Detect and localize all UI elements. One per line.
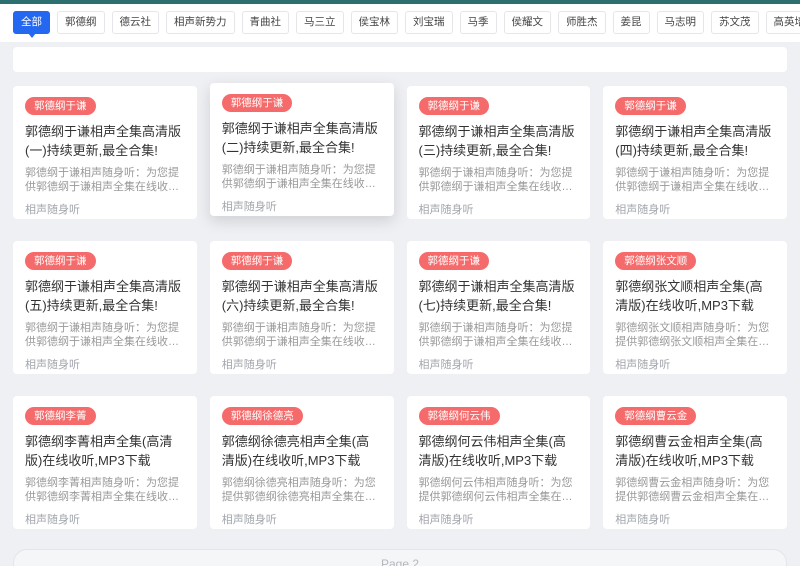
page-number-label: Page 2: [380, 557, 420, 566]
performer-badge: 郭德纲于谦: [221, 252, 293, 270]
card-description: 郭德纲于谦相声随身听：为您提供郭德纲于谦相声全集在线收听，郭德纲...: [25, 322, 179, 348]
source-tag: 相声随身听: [418, 359, 474, 371]
empty-filter-panel: [13, 47, 787, 72]
card-title: 郭德纲李菁相声全集(高清版)在线收听,MP3下载: [25, 434, 173, 468]
category-tab[interactable]: 刘宝瑞: [405, 11, 453, 34]
card-description: 郭德纲曹云金相声随身听：为您提供郭德纲曹云金相声全集在线收听，郭...: [615, 477, 770, 503]
card-description: 郭德纲何云伟相声随身听：为您提供郭德纲何云伟相声全集在线收听，郭...: [418, 477, 573, 503]
card-title: 郭德纲于谦相声全集高清版(二)持续更新,最全合集!: [221, 121, 378, 155]
card-title: 郭德纲于谦相声全集高清版(六)持续更新,最全合集!: [221, 279, 378, 313]
performer-badge: 郭德纲于谦: [221, 94, 293, 112]
card-title: 郭德纲曹云金相声全集(高清版)在线收听,MP3下载: [615, 434, 763, 468]
result-card[interactable]: 郭德纲于谦 郭德纲于谦相声全集高清版(三)持续更新,最全合集! 郭德纲于谦相声随…: [406, 86, 591, 219]
source-tag: 相声随身听: [615, 359, 671, 371]
performer-badge: 郭德纲李菁: [25, 407, 96, 425]
source-tag: 相声随身听: [418, 204, 474, 216]
card-title: 郭德纲张文顺相声全集(高清版)在线收听,MP3下载: [615, 279, 763, 313]
result-card-grid: 郭德纲于谦 郭德纲于谦相声全集高清版(一)持续更新,最全合集! 郭德纲于谦相声随…: [13, 83, 787, 529]
source-tag: 相声随身听: [221, 201, 277, 213]
result-card[interactable]: 郭德纲于谦 郭德纲于谦相声全集高清版(七)持续更新,最全合集! 郭德纲于谦相声随…: [406, 241, 591, 374]
category-tab[interactable]: 马季: [459, 11, 497, 34]
card-title: 郭德纲何云伟相声全集(高清版)在线收听,MP3下载: [418, 434, 566, 468]
category-tab[interactable]: 师胜杰: [558, 11, 606, 34]
performer-badge: 郭德纲张文顺: [615, 252, 697, 270]
result-card[interactable]: 郭德纲曹云金 郭德纲曹云金相声全集(高清版)在线收听,MP3下载 郭德纲曹云金相…: [603, 396, 787, 529]
performer-badge: 郭德纲于谦: [418, 97, 489, 115]
card-description: 郭德纲于谦相声随身听：为您提供郭德纲于谦相声全集在线收听，郭德纲...: [615, 167, 770, 193]
card-description: 郭德纲于谦相声随身听：为您提供郭德纲于谦相声全集在线收听，郭德纲...: [418, 322, 573, 348]
category-tab[interactable]: 马三立: [296, 11, 344, 34]
performer-badge: 郭德纲何云伟: [418, 407, 500, 425]
result-card[interactable]: 郭德纲张文顺 郭德纲张文顺相声全集(高清版)在线收听,MP3下载 郭德纲张文顺相…: [603, 241, 787, 374]
card-title: 郭德纲于谦相声全集高清版(五)持续更新,最全合集!: [25, 279, 182, 313]
result-card[interactable]: 郭德纲于谦 郭德纲于谦相声全集高清版(五)持续更新,最全合集! 郭德纲于谦相声随…: [13, 241, 197, 374]
category-tab[interactable]: 青曲社: [241, 11, 289, 34]
category-tab-bar: 全部 郭德纲 德云社 相声新势力 青曲社 马三立 侯宝林 刘宝瑞 马季 侯耀文 …: [0, 4, 800, 42]
source-tag: 相声随身听: [25, 359, 80, 371]
category-tab[interactable]: 姜昆: [612, 11, 650, 34]
content-area: 郭德纲于谦 郭德纲于谦相声全集高清版(一)持续更新,最全合集! 郭德纲于谦相声随…: [0, 42, 800, 566]
category-tab[interactable]: 相声新势力: [166, 11, 235, 34]
performer-badge: 郭德纲于谦: [418, 252, 489, 270]
result-card[interactable]: 郭德纲于谦 郭德纲于谦相声全集高清版(二)持续更新,最全合集! 郭德纲于谦相声随…: [209, 83, 394, 216]
card-description: 郭德纲于谦相声随身听：为您提供郭德纲于谦相声全集在线收听，郭德纲...: [221, 164, 376, 190]
category-tab[interactable]: 高英培: [765, 11, 800, 34]
performer-badge: 郭德纲于谦: [25, 97, 96, 115]
pagination-bar: Page 2: [13, 549, 787, 566]
category-tab[interactable]: 侯耀文: [503, 11, 551, 34]
source-tag: 相声随身听: [615, 514, 671, 526]
result-card[interactable]: 郭德纲于谦 郭德纲于谦相声全集高清版(六)持续更新,最全合集! 郭德纲于谦相声随…: [209, 241, 394, 374]
source-tag: 相声随身听: [25, 204, 80, 216]
card-title: 郭德纲于谦相声全集高清版(一)持续更新,最全合集!: [25, 124, 182, 158]
result-card[interactable]: 郭德纲于谦 郭德纲于谦相声全集高清版(一)持续更新,最全合集! 郭德纲于谦相声随…: [13, 86, 197, 219]
source-tag: 相声随身听: [221, 514, 277, 526]
performer-badge: 郭德纲于谦: [25, 252, 96, 270]
source-tag: 相声随身听: [25, 514, 80, 526]
result-card[interactable]: 郭德纲于谦 郭德纲于谦相声全集高清版(四)持续更新,最全合集! 郭德纲于谦相声随…: [603, 86, 787, 219]
card-title: 郭德纲于谦相声全集高清版(三)持续更新,最全合集!: [418, 124, 575, 158]
category-tab[interactable]: 侯宝林: [350, 11, 398, 34]
card-description: 郭德纲于谦相声随身听：为您提供郭德纲于谦相声全集在线收听，郭德纲...: [221, 322, 376, 348]
result-card[interactable]: 郭德纲何云伟 郭德纲何云伟相声全集(高清版)在线收听,MP3下载 郭德纲何云伟相…: [406, 396, 591, 529]
card-description: 郭德纲于谦相声随身听：为您提供郭德纲于谦相声全集在线收听，郭德纲...: [418, 167, 573, 193]
result-card[interactable]: 郭德纲徐德亮 郭德纲徐德亮相声全集(高清版)在线收听,MP3下载 郭德纲徐德亮相…: [209, 396, 394, 529]
source-tag: 相声随身听: [221, 359, 277, 371]
result-card[interactable]: 郭德纲李菁 郭德纲李菁相声全集(高清版)在线收听,MP3下载 郭德纲李菁相声随身…: [13, 396, 197, 529]
category-tab[interactable]: 德云社: [111, 11, 159, 34]
card-title: 郭德纲徐德亮相声全集(高清版)在线收听,MP3下载: [221, 434, 370, 468]
performer-badge: 郭德纲曹云金: [615, 407, 697, 425]
source-tag: 相声随身听: [418, 514, 474, 526]
card-description: 郭德纲徐德亮相声随身听：为您提供郭德纲徐德亮相声全集在线收听，郭...: [221, 477, 376, 503]
category-tab[interactable]: 马志明: [656, 11, 704, 34]
performer-badge: 郭德纲于谦: [615, 97, 686, 115]
category-tab[interactable]: 全部: [13, 11, 50, 34]
category-tab[interactable]: 郭德纲: [57, 11, 105, 34]
card-description: 郭德纲张文顺相声随身听：为您提供郭德纲张文顺相声全集在线收听，郭...: [615, 322, 770, 348]
card-title: 郭德纲于谦相声全集高清版(七)持续更新,最全合集!: [418, 279, 575, 313]
card-description: 郭德纲于谦相声随身听：为您提供郭德纲于谦相声全集在线收听，郭德纲...: [25, 167, 179, 193]
performer-badge: 郭德纲徐德亮: [221, 407, 303, 425]
card-title: 郭德纲于谦相声全集高清版(四)持续更新,最全合集!: [615, 124, 772, 158]
category-tab[interactable]: 苏文茂: [711, 11, 759, 34]
card-description: 郭德纲李菁相声随身听：为您提供郭德纲李菁相声全集在线收听，郭德纲...: [25, 477, 179, 503]
source-tag: 相声随身听: [615, 204, 671, 216]
